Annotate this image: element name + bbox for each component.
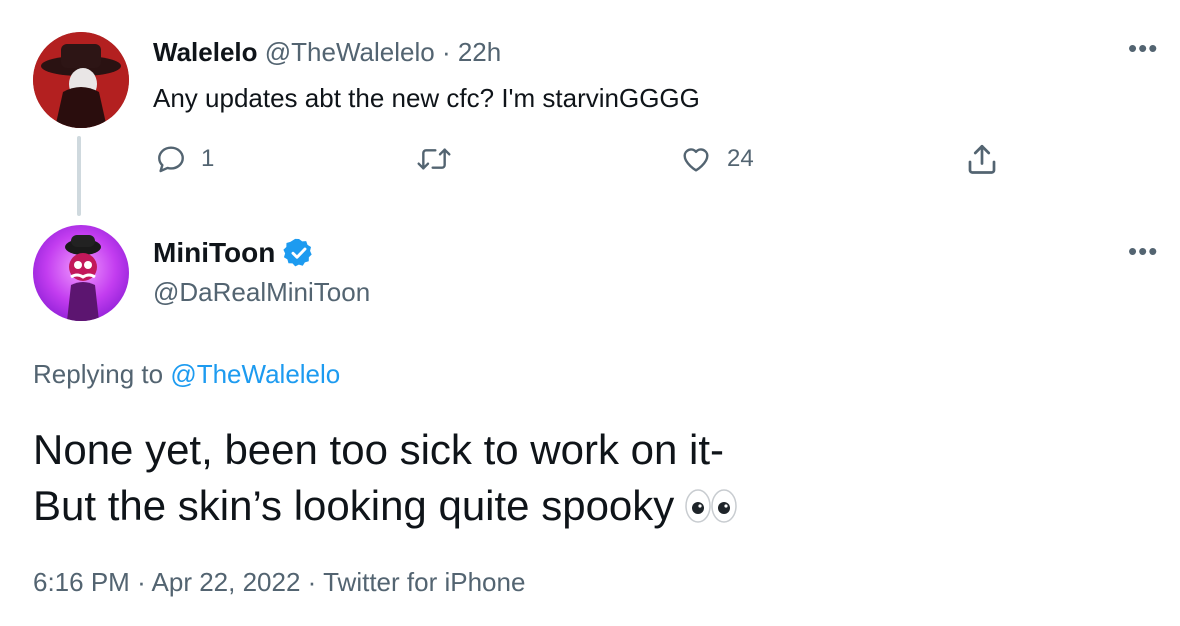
eyes-emoji-icon	[684, 482, 738, 538]
meta-separator-1: ·	[137, 567, 146, 597]
author-name-row: MiniToon	[153, 236, 315, 270]
retweet-icon	[417, 148, 451, 170]
retweet-button[interactable]	[416, 143, 466, 175]
verified-badge-icon[interactable]	[283, 237, 315, 269]
like-button[interactable]: 24	[679, 143, 754, 175]
tweet-date[interactable]: Apr 22, 2022	[152, 567, 301, 597]
replying-prefix: Replying to	[33, 359, 164, 389]
replying-handle-link[interactable]: @TheWalelelo	[170, 359, 340, 389]
parent-tweet-text: Any updates abt the new cfc? I'm starvin…	[153, 83, 700, 113]
tweet-meta: 6:16 PM · Apr 22, 2022 · Twitter for iPh…	[33, 566, 525, 598]
parent-display-name[interactable]: Walelelo	[153, 37, 258, 67]
main-more-button[interactable]: •••	[1128, 238, 1158, 264]
like-icon	[683, 148, 709, 172]
like-count: 24	[727, 145, 754, 172]
header-separator: ·	[441, 37, 451, 67]
share-button[interactable]	[964, 141, 1000, 177]
parent-handle[interactable]: @TheWalelelo	[265, 37, 435, 67]
reply-button[interactable]: 1	[155, 143, 214, 175]
share-icon	[968, 144, 996, 174]
main-tweet-line-2: But the skin’s looking quite spooky	[33, 482, 675, 529]
main-tweet-line-2-wrap: But the skin’s looking quite spooky	[33, 478, 738, 538]
avatar-minitoon[interactable]	[33, 225, 129, 321]
meta-separator-2: ·	[307, 567, 317, 597]
thread-connector-line	[77, 136, 81, 216]
main-tweet-line-1: None yet, been too sick to work on it-	[33, 426, 725, 473]
replying-to: Replying to @TheWalelelo	[33, 358, 340, 390]
tweet-time[interactable]: 6:16 PM	[33, 567, 130, 597]
parent-time-ago[interactable]: 22h	[458, 37, 501, 67]
author-display-name[interactable]: MiniToon	[153, 236, 275, 270]
parent-tweet-header: Walelelo @TheWalelelo · 22h	[153, 36, 501, 68]
author-handle[interactable]: @DaRealMiniToon	[153, 276, 370, 308]
reply-count: 1	[201, 145, 215, 172]
avatar-walelelo[interactable]	[33, 32, 129, 128]
main-tweet-text: None yet, been too sick to work on it- B…	[33, 422, 738, 538]
parent-more-button[interactable]: •••	[1128, 35, 1158, 61]
reply-icon	[158, 146, 184, 173]
tweet-source[interactable]: Twitter for iPhone	[323, 567, 525, 597]
